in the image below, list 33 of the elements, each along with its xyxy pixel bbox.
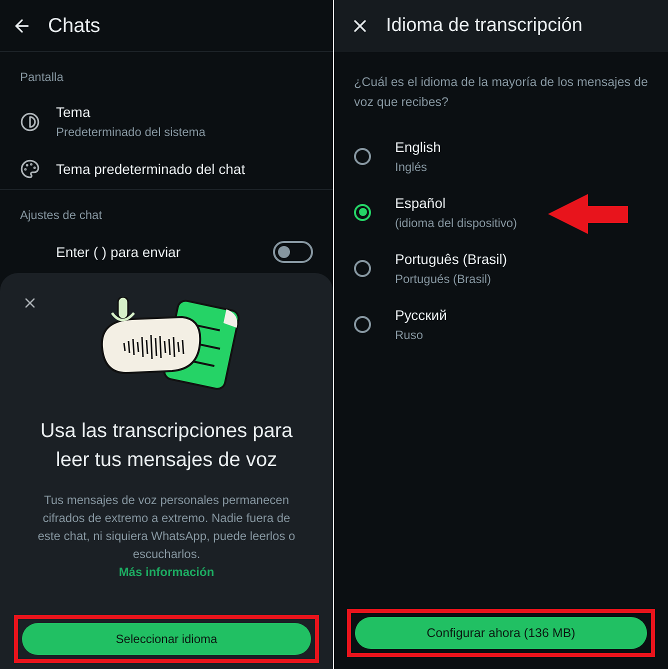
settings-item[interactable]: Tema predeterminado del chat [0, 149, 333, 189]
select-language-button[interactable]: Seleccionar idioma [22, 623, 311, 655]
section-heading: Pantalla [19, 69, 64, 86]
brightness-icon [20, 112, 40, 132]
palette-icon [20, 159, 40, 179]
more-info-link[interactable]: Más información [118, 563, 214, 581]
sheet-title: Usa las transcripciones para leer tus mensajes de voz [39, 419, 294, 473]
sheet-description: Tus mensajes de voz personales permanecen cifrados de extremo a extremo. Nadie fuera de este chat, ni siquiera WhatsApp, puede leerlos o escucharlos. [36, 492, 296, 563]
settings-item[interactable]: Enter ( ) para enviar [0, 232, 333, 272]
configure-now-button[interactable]: Configurar ahora (136 MB) [355, 617, 647, 649]
language-name: English [395, 138, 441, 157]
radio-button[interactable] [354, 204, 371, 220]
item-title: Tema [56, 103, 92, 122]
item-title: Enter ( ) para enviar [56, 242, 182, 262]
screen-title: Idioma de transcripción [386, 14, 582, 38]
language-name: Português (Brasil) [395, 250, 508, 269]
language-description: Ruso [395, 326, 424, 344]
language-name: Español [395, 194, 447, 213]
item-title: Tema predeterminado del chat [56, 160, 246, 179]
arrow-icon [548, 194, 628, 234]
radio-button[interactable] [354, 316, 371, 332]
question-text: ¿Cuál es el idioma de la mayoría de los mensajes de voz que recibes? [353, 74, 649, 111]
section-heading: Ajustes de chat [19, 207, 104, 224]
language-description: Portugués (Brasil) [395, 270, 492, 288]
language-description: Inglés [395, 158, 428, 176]
settings-item[interactable]: Tema Predeterminado del sistema [0, 94, 333, 149]
radio-button[interactable] [354, 260, 371, 276]
item-subtitle: Predeterminado del sistema [56, 124, 206, 141]
toggle-switch[interactable] [273, 241, 313, 263]
radio-button[interactable] [354, 148, 371, 164]
language-name: Русский [395, 306, 447, 325]
language-description: (idioma del dispositivo) [395, 214, 518, 232]
screen-title: Chats [48, 14, 100, 38]
